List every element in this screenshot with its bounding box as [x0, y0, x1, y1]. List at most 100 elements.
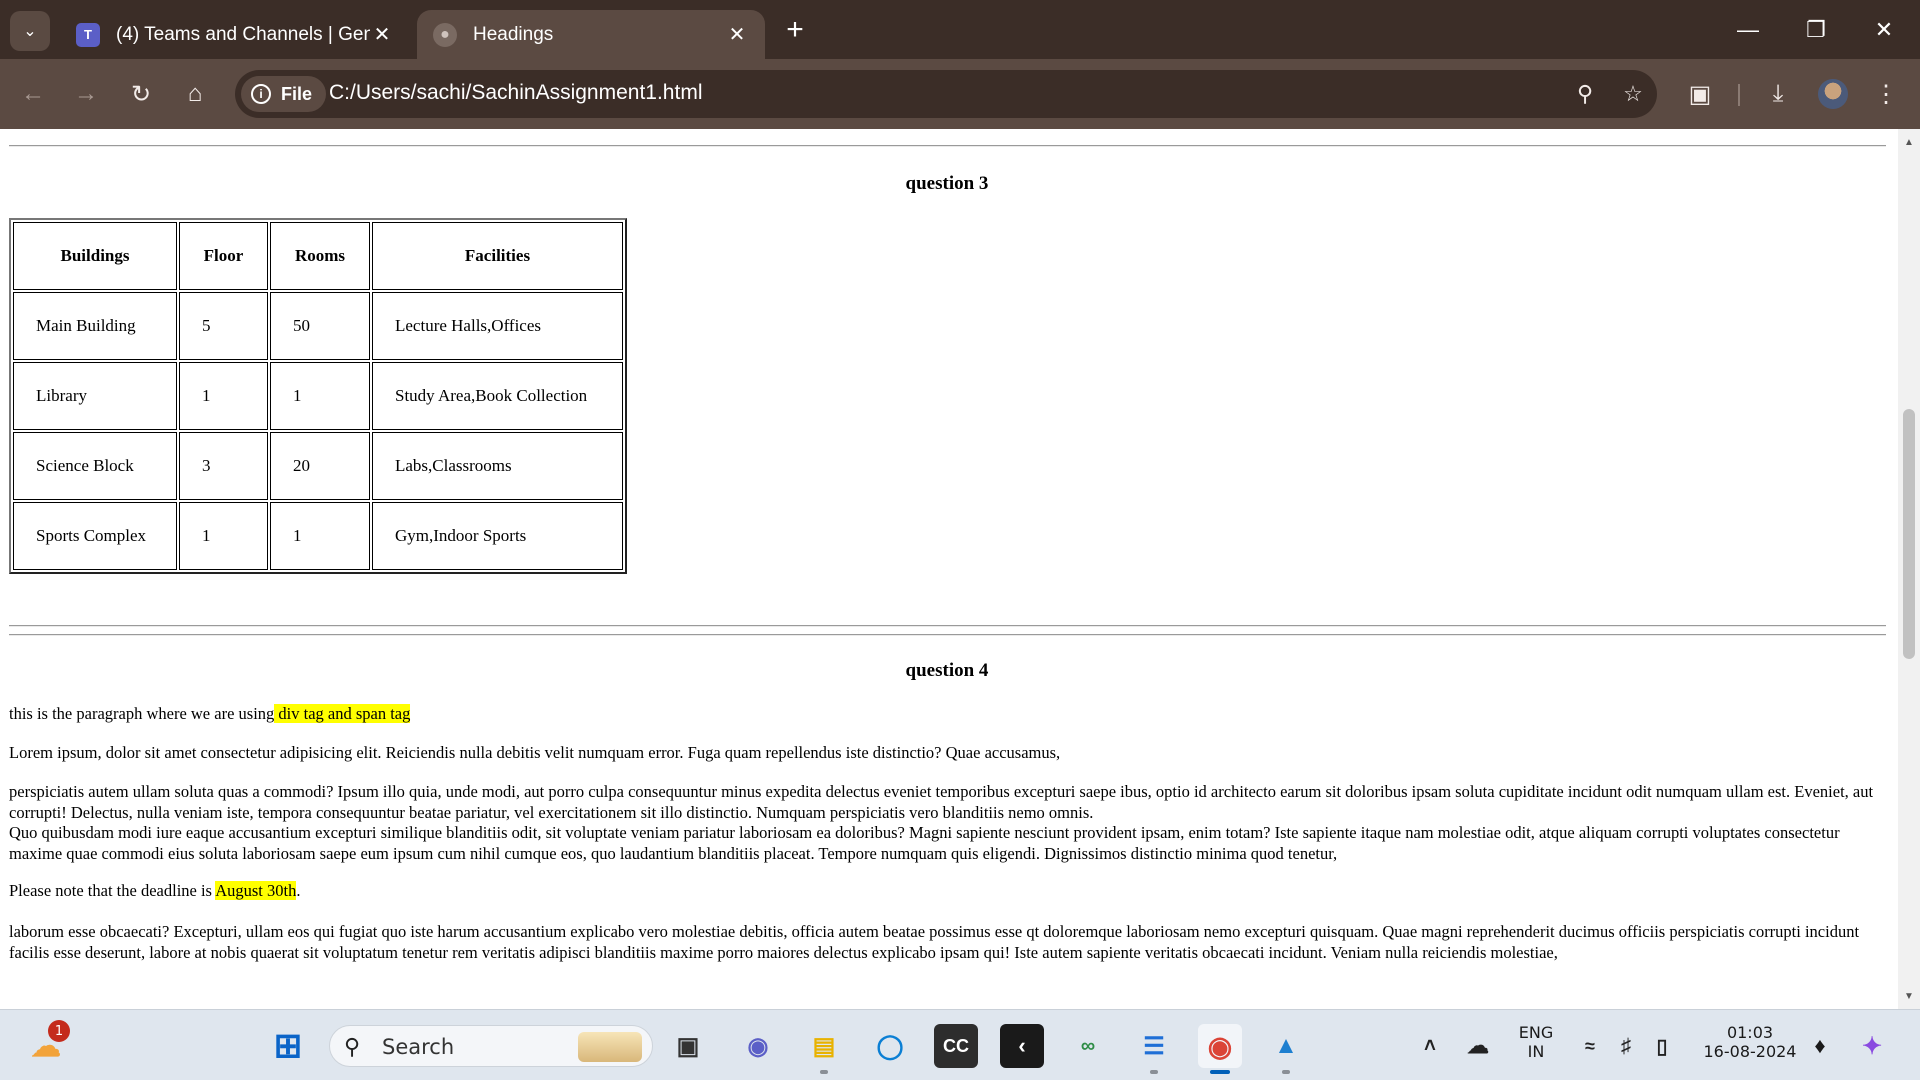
paragraph-line: Quo quibusdam modi iure eaque accusantiu…	[9, 823, 1840, 863]
tray-overflow-button[interactable]: ˄	[1408, 1024, 1452, 1068]
download-icon: ⤓	[1772, 80, 1784, 107]
close-icon: ✕	[1874, 17, 1894, 42]
table-cell: 5	[179, 292, 268, 360]
forward-button[interactable]: →	[66, 74, 106, 114]
browser-toolbar: ← → ↻ ⌂ i File C:/Users/sachi/SachinAssi…	[0, 59, 1920, 129]
table-cell: Labs,Classrooms	[372, 432, 623, 500]
page-scrollbar[interactable]: ▲ ▼	[1898, 129, 1920, 1009]
tab-title: (4) Teams and Channels | General	[116, 23, 370, 45]
profile-button[interactable]	[1813, 74, 1853, 114]
battery-icon: ▯	[1656, 1035, 1668, 1058]
notepad-icon: ☰	[1143, 1032, 1165, 1060]
language-indicator[interactable]: ENG IN	[1508, 1023, 1564, 1061]
copilot-icon: ✦	[1861, 1032, 1883, 1060]
home-icon: ⌂	[187, 80, 203, 107]
captions-app[interactable]: CC	[934, 1024, 978, 1068]
photos-icon: ▲	[1274, 1032, 1298, 1059]
paragraph-line: perspiciatis autem ullam soluta quas a c…	[9, 782, 1874, 822]
arrow-right-icon: →	[74, 80, 98, 107]
table-cell: 3	[179, 432, 268, 500]
bookmark-star-icon[interactable]: ☆	[1619, 80, 1647, 108]
chevron-down-icon: ⌄	[23, 23, 37, 40]
paragraph-text: .	[296, 881, 301, 900]
highlighted-date: August 30th	[215, 881, 297, 900]
reload-button[interactable]: ↻	[121, 74, 161, 114]
paragraph: Lorem ipsum, dolor sit amet consectetur …	[9, 743, 1061, 762]
taskbar-search[interactable]: ⚲ Search	[329, 1025, 653, 1067]
clock[interactable]: 01:03 16-08-2024	[1690, 1023, 1810, 1061]
scroll-up-icon[interactable]: ▲	[1904, 137, 1914, 148]
table-cell: Lecture Halls,Offices	[372, 292, 623, 360]
minimize-button[interactable]: —	[1720, 12, 1776, 48]
avatar	[1818, 79, 1848, 109]
table-header: Buildings	[13, 222, 177, 290]
reload-icon: ↻	[130, 80, 152, 108]
paragraph-text: Please note that the deadline is	[9, 881, 216, 900]
photos-app[interactable]: ▲	[1264, 1024, 1308, 1068]
extensions-button[interactable]: ▣	[1680, 74, 1720, 114]
restore-button[interactable]: ❐	[1788, 12, 1844, 48]
battery-status[interactable]: ▯	[1640, 1024, 1684, 1068]
table-header: Facilities	[372, 222, 623, 290]
minimize-icon: —	[1737, 17, 1759, 42]
running-indicator	[820, 1070, 828, 1074]
new-tab-button[interactable]: +	[780, 12, 810, 48]
back-button[interactable]: ←	[13, 74, 53, 114]
downloads-button[interactable]: ⤓	[1758, 74, 1798, 114]
language-code: ENG	[1518, 1023, 1554, 1042]
toolbar-divider	[1738, 84, 1740, 106]
file-explorer-app[interactable]: ▤	[802, 1024, 846, 1068]
table-cell: 1	[179, 362, 268, 430]
plus-icon: +	[786, 13, 804, 46]
tab-teams[interactable]: T (4) Teams and Channels | General ✕	[60, 10, 410, 59]
leetcode-app[interactable]: ‹	[1000, 1024, 1044, 1068]
home-button[interactable]: ⌂	[175, 74, 215, 114]
table-cell: Library	[13, 362, 177, 430]
chrome-app[interactable]: ◉	[1198, 1024, 1242, 1068]
running-indicator	[1150, 1070, 1158, 1074]
address-bar[interactable]: i File C:/Users/sachi/SachinAssignment1.…	[235, 70, 1657, 118]
table-row: Science Block 3 20 Labs,Classrooms	[13, 432, 623, 500]
close-icon[interactable]: ✕	[725, 22, 749, 47]
table-row: Main Building 5 50 Lecture Halls,Offices	[13, 292, 623, 360]
table-header: Floor	[179, 222, 268, 290]
table-cell: Sports Complex	[13, 502, 177, 570]
close-window-button[interactable]: ✕	[1856, 12, 1912, 48]
geeksforgeeks-app[interactable]: ∞	[1066, 1024, 1110, 1068]
cc-icon: CC	[943, 1035, 969, 1056]
table-cell: Main Building	[13, 292, 177, 360]
task-view-button[interactable]: ▣	[666, 1024, 710, 1068]
gfg-icon: ∞	[1080, 1034, 1096, 1057]
scrollbar-thumb[interactable]	[1903, 409, 1915, 659]
table-header: Rooms	[270, 222, 370, 290]
url-text[interactable]: C:/Users/sachi/SachinAssignment1.html	[329, 81, 702, 105]
notifications-button[interactable]: ♦	[1798, 1024, 1842, 1068]
table-cell: 50	[270, 292, 370, 360]
edge-app[interactable]: ◯	[868, 1024, 912, 1068]
tab-headings[interactable]: ● Headings ✕	[417, 10, 765, 59]
copilot-button[interactable]: ✦	[1850, 1024, 1894, 1068]
search-highlight-image	[578, 1032, 642, 1062]
onedrive-button[interactable]: ☁	[1456, 1024, 1500, 1068]
paragraph-deadline: Please note that the deadline is August …	[9, 881, 1887, 902]
close-icon[interactable]: ✕	[370, 22, 394, 47]
tab-search-button[interactable]: ⌄	[10, 11, 50, 51]
site-info-chip[interactable]: i File	[241, 76, 327, 112]
menu-button[interactable]: ⋮	[1866, 74, 1906, 114]
notepad-app[interactable]: ☰	[1132, 1024, 1176, 1068]
start-button[interactable]: ⊞	[266, 1024, 310, 1068]
highlighted-span: div tag and span tag	[274, 704, 411, 723]
zoom-icon[interactable]: ⚲	[1571, 80, 1599, 108]
table-cell: 1	[270, 502, 370, 570]
scroll-down-icon[interactable]: ▼	[1904, 991, 1914, 1002]
search-label: Search	[382, 1035, 455, 1059]
horizontal-rule	[9, 145, 1886, 147]
horizontal-rule	[9, 625, 1886, 627]
cloud-icon: ☁	[1467, 1033, 1489, 1058]
edge-icon: ◯	[876, 1032, 904, 1060]
table-cell: Science Block	[13, 432, 177, 500]
paragraph-span-demo: this is the paragraph where we are using…	[9, 704, 1887, 725]
paragraph-text: this is the paragraph where we are using	[9, 704, 275, 723]
teams-chat-app[interactable]: ◉	[736, 1024, 780, 1068]
active-indicator	[1210, 1070, 1230, 1074]
